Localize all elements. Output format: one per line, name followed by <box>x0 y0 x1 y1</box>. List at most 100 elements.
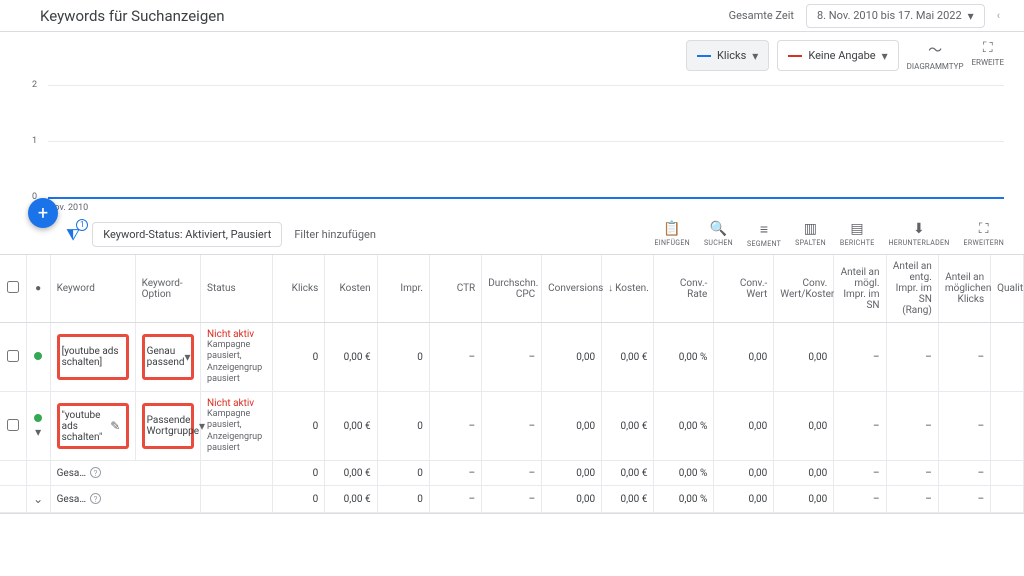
status-dot-cell[interactable] <box>26 323 50 392</box>
add-keyword-fab[interactable]: + <box>28 198 58 228</box>
col-match-type[interactable]: Keyword-Option <box>135 255 200 323</box>
expand-button[interactable]: ⛶ERWEITERN <box>964 221 1004 248</box>
metric-1-selector[interactable]: Klicks ▾ <box>686 40 769 71</box>
click-share-cell: – <box>938 392 990 461</box>
table-total-row: Gesa…? 0 0,00 € 0 – – 0,00 0,00 € 0,00 %… <box>0 461 1024 486</box>
col-conversions[interactable]: Conversions <box>542 255 602 323</box>
y-tick: 1 <box>32 136 37 146</box>
report-icon: ▤ <box>850 221 864 237</box>
quality-cell <box>991 323 1024 392</box>
reports-button[interactable]: ▤BERICHTE <box>840 221 875 248</box>
col-click-share[interactable]: Anteil an möglichen Klicks <box>938 255 990 323</box>
select-all-checkbox[interactable] <box>7 281 19 293</box>
table-row: ▾ "youtube ads schalten"✎ Passende Wortg… <box>0 392 1024 461</box>
value-cost-cell: 0,00 <box>774 392 834 461</box>
edit-icon[interactable]: ✎ <box>106 419 124 433</box>
table-total-row: ⌄ Gesa…? 0 0,00 € 0 – – 0,00 0,00 € 0,00… <box>0 486 1024 513</box>
col-quality[interactable]: Qualit <box>991 255 1024 323</box>
metric-2-selector[interactable]: Keine Angabe ▾ <box>777 40 898 71</box>
total-label-cell: Gesa…? <box>50 461 200 486</box>
table-row: [youtube ads schalten] Genau passend▾ Ni… <box>0 323 1024 392</box>
clicks-cell: 0 <box>272 392 324 461</box>
col-conv-value[interactable]: Conv.-Wert <box>714 255 774 323</box>
download-icon: ⬇ <box>913 221 925 237</box>
help-icon[interactable]: ? <box>90 467 101 478</box>
chevron-down-icon: ▾ <box>882 49 888 63</box>
keyword-cell[interactable]: [youtube ads schalten] <box>50 323 135 392</box>
lost-impr-cell: – <box>886 392 938 461</box>
metric-1-label: Klicks <box>717 49 746 62</box>
chevron-down-icon[interactable]: ⌄ <box>33 492 43 506</box>
chart-type-button[interactable]: 〜 DIAGRAMMTYP <box>907 40 964 71</box>
chevron-down-icon: ▾ <box>968 9 974 23</box>
page-header: Keywords für Suchanzeigen Gesamte Zeit 8… <box>0 0 1024 32</box>
legend-swatch-blue <box>697 55 711 57</box>
segment-icon: ≡ <box>760 221 768 238</box>
page-title: Keywords für Suchanzeigen <box>40 7 224 25</box>
col-impr[interactable]: Impr. <box>377 255 429 323</box>
filter-count-badge: 1 <box>76 219 88 231</box>
lost-impr-cell: – <box>886 323 938 392</box>
status-dot-cell[interactable]: ▾ <box>26 392 50 461</box>
sort-down-icon: ↓ <box>608 283 613 294</box>
plus-icon: + <box>38 203 48 224</box>
expand-icon: ⛶ <box>983 40 993 56</box>
columns-button[interactable]: ▥SPALTEN <box>795 221 826 248</box>
col-keyword[interactable]: Keyword <box>50 255 135 323</box>
col-value-cost[interactable]: Conv. Wert/Koster <box>774 255 834 323</box>
col-clicks[interactable]: Klicks <box>272 255 324 323</box>
compare-prev-icon[interactable]: ‹ <box>997 9 1000 22</box>
col-cost-conv[interactable]: ↓Kosten. <box>602 255 654 323</box>
date-range-picker[interactable]: 8. Nov. 2010 bis 17. Mai 2022 ▾ <box>806 4 985 28</box>
cost-cell: 0,00 € <box>325 392 377 461</box>
col-conv-rate[interactable]: Conv.-Rate <box>654 255 714 323</box>
col-lost-impr-rank[interactable]: Anteil an entg. Impr. im SN (Rang) <box>886 255 938 323</box>
col-avg-cpc[interactable]: Durchschn. CPC <box>482 255 542 323</box>
conv-value-cell: 0,00 <box>714 392 774 461</box>
download-button[interactable]: ⬇HERUNTERLADEN <box>888 221 949 248</box>
cost-cell: 0,00 € <box>325 323 377 392</box>
add-filter-link[interactable]: Filter hinzufügen <box>294 228 376 241</box>
match-type-cell[interactable]: Genau passend▾ <box>135 323 200 392</box>
conv-rate-cell: 0,00 % <box>654 323 714 392</box>
filter-chip-status[interactable]: Keyword-Status: Aktiviert, Pausiert <box>92 222 282 247</box>
y-tick: 2 <box>32 80 37 90</box>
keyword-cell[interactable]: "youtube ads schalten"✎ <box>50 392 135 461</box>
filter-icon[interactable]: ⧨ 1 <box>66 225 80 245</box>
clipboard-icon: 📋 <box>663 221 681 237</box>
search-button[interactable]: 🔍SUCHEN <box>704 221 733 248</box>
row-checkbox[interactable] <box>7 419 19 431</box>
table-header-row: ● Keyword Keyword-Option Status Klicks K… <box>0 255 1024 323</box>
paste-button[interactable]: 📋EINFÜGEN <box>655 221 690 248</box>
segment-button[interactable]: ≡SEGMENT <box>747 221 781 248</box>
col-impr-share[interactable]: Anteil an mögl. Impr. im SN <box>834 255 886 323</box>
chevron-down-icon: ▾ <box>199 419 205 433</box>
quality-cell <box>991 392 1024 461</box>
col-cost[interactable]: Kosten <box>325 255 377 323</box>
date-range-text: 8. Nov. 2010 bis 17. Mai 2022 <box>817 9 962 22</box>
click-share-cell: – <box>938 323 990 392</box>
ctr-cell: – <box>429 323 481 392</box>
legend-swatch-red <box>788 55 802 57</box>
status-cell: Nicht aktivKampagne pausiert, Anzeigengr… <box>201 392 273 461</box>
clicks-cell: 0 <box>272 323 324 392</box>
impr-share-cell: – <box>834 392 886 461</box>
row-checkbox[interactable] <box>7 350 19 362</box>
expand-chart-button[interactable]: ⛶ ERWEITE <box>971 40 1004 71</box>
match-type-cell[interactable]: Passende Wortgruppe▾ <box>135 392 200 461</box>
col-ctr[interactable]: CTR <box>429 255 481 323</box>
status-dot-icon <box>34 352 42 360</box>
table-toolbar: ⧨ 1 Keyword-Status: Aktiviert, Pausiert … <box>0 215 1024 255</box>
status-dot-header: ● <box>26 255 50 323</box>
cost-conv-cell: 0,00 € <box>602 392 654 461</box>
conv-rate-cell: 0,00 % <box>654 392 714 461</box>
chevron-down-icon: ▾ <box>752 49 758 63</box>
ctr-cell: – <box>429 392 481 461</box>
chevron-down-icon: ▾ <box>35 425 41 439</box>
help-icon[interactable]: ? <box>90 493 101 504</box>
expand-icon: ⛶ <box>979 221 989 237</box>
conv-value-cell: 0,00 <box>714 323 774 392</box>
columns-icon: ▥ <box>804 221 818 237</box>
col-status[interactable]: Status <box>201 255 273 323</box>
date-controls: Gesamte Zeit 8. Nov. 2010 bis 17. Mai 20… <box>729 4 1000 28</box>
